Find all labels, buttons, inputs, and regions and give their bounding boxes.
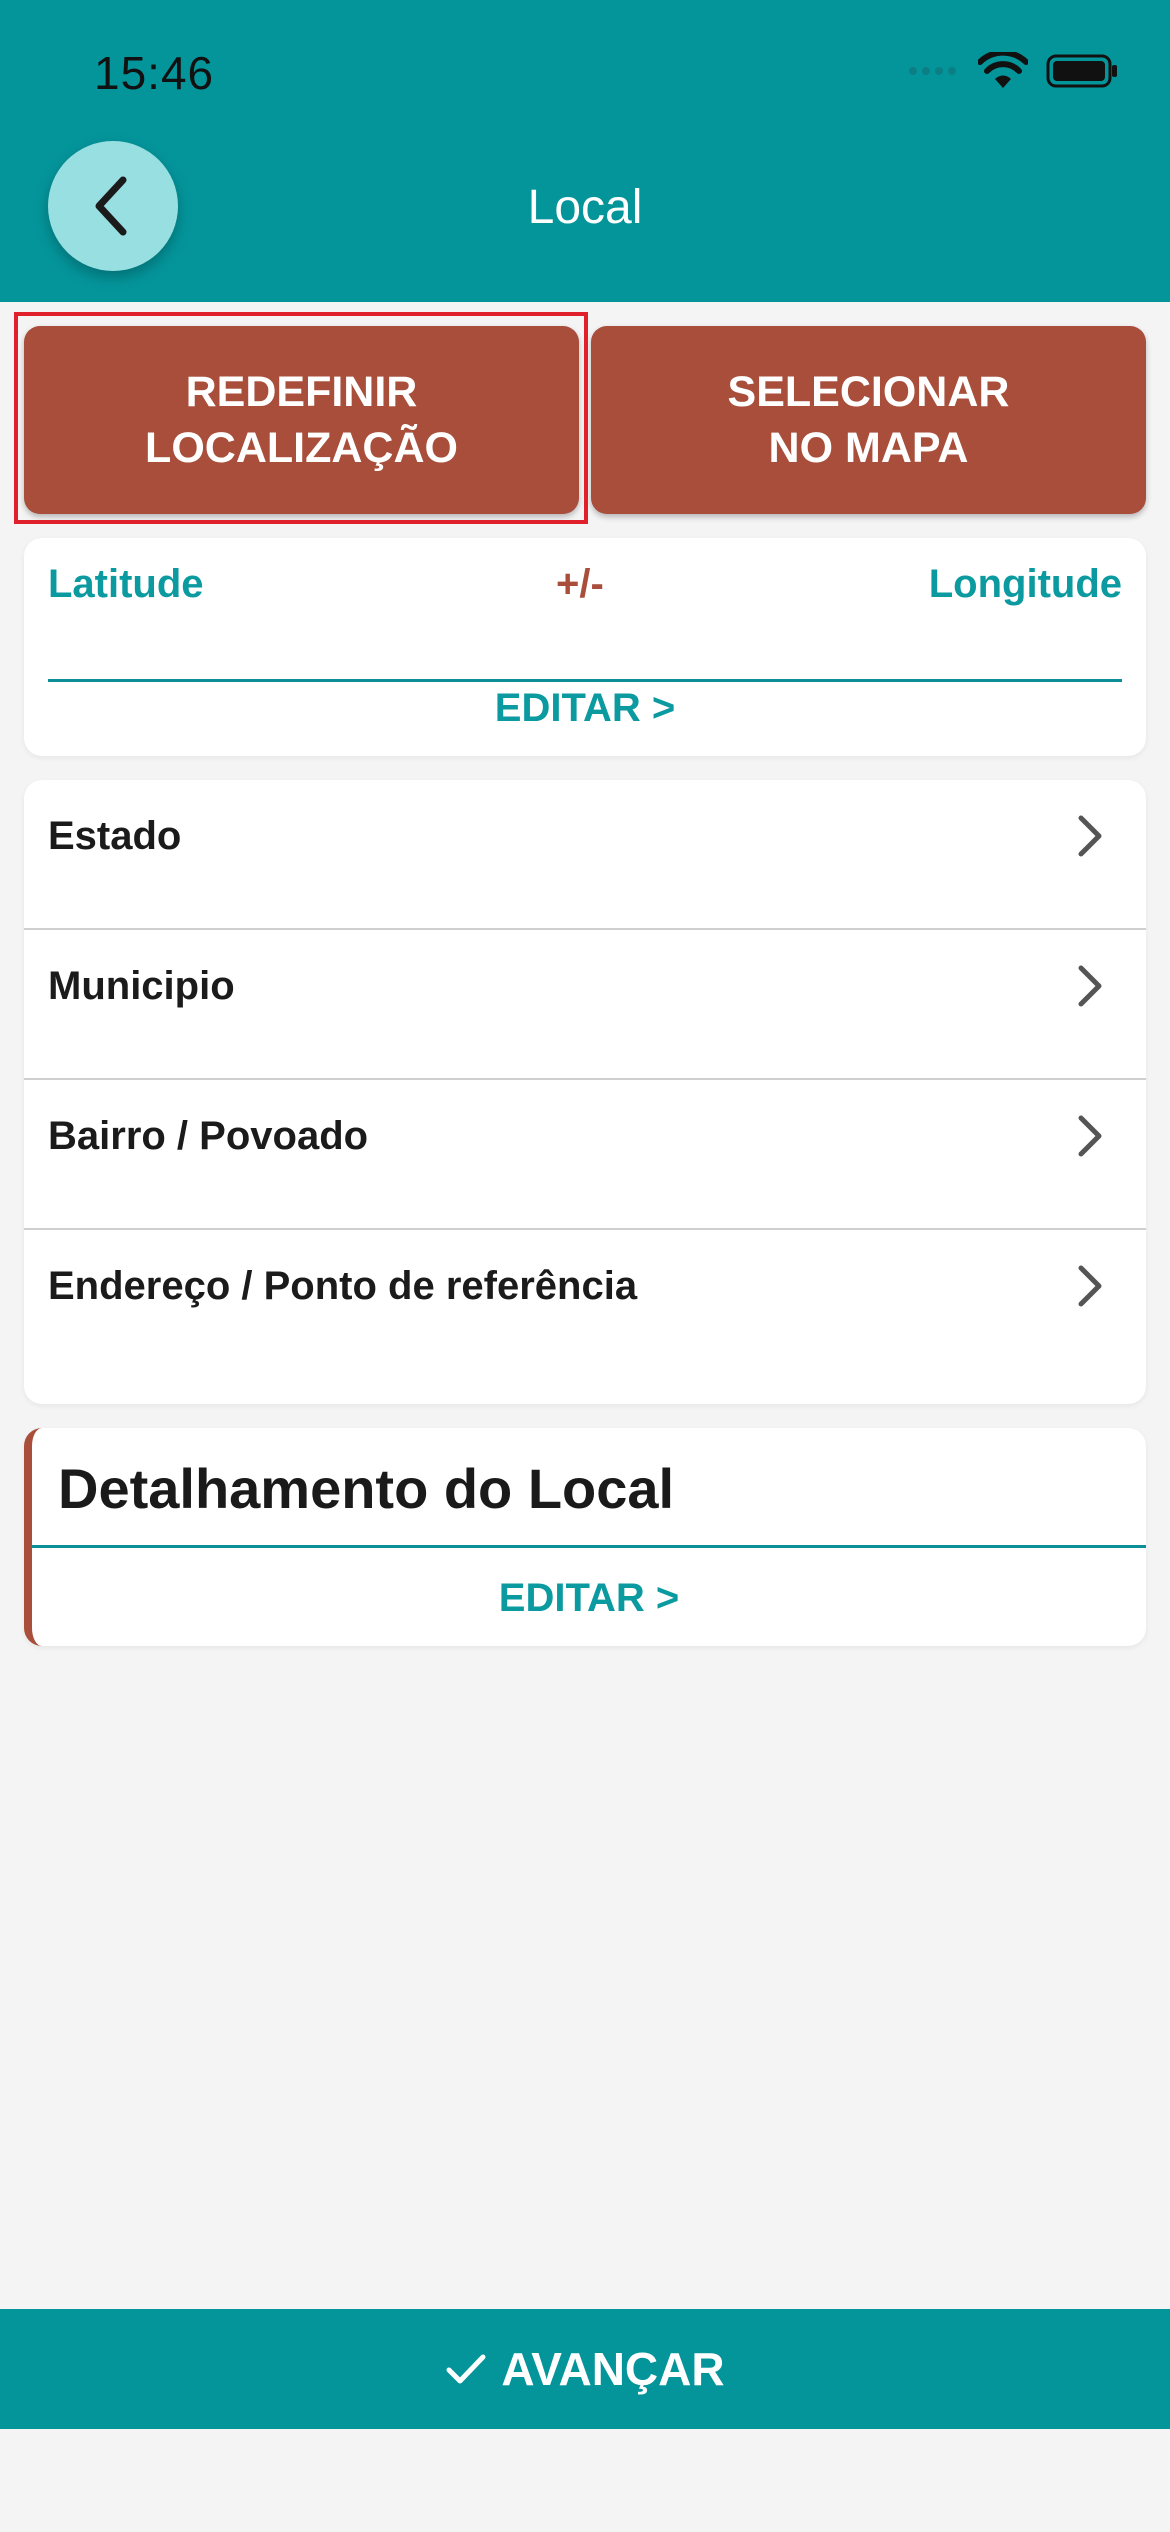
chevron-right-icon xyxy=(1078,1115,1102,1157)
reset-location-button[interactable]: REDEFINIR LOCALIZAÇÃO xyxy=(24,326,579,514)
header-bar: 15:46 Local xyxy=(0,0,1170,302)
select-on-map-label-line1: SELECIONAR xyxy=(727,368,1010,416)
select-on-map-label-line2: NO MAPA xyxy=(768,424,969,472)
cellular-signal-icon xyxy=(909,67,956,75)
chevron-right-icon xyxy=(1078,1265,1102,1307)
page-title: Local xyxy=(527,181,643,234)
advance-button[interactable]: AVANÇAR xyxy=(0,2309,1170,2429)
list-item-label: Endereço / Ponto de referência xyxy=(48,1264,638,1308)
longitude-label: Longitude xyxy=(928,562,1122,606)
chevron-right-icon xyxy=(1078,815,1102,857)
detail-title: Detalhamento do Local xyxy=(58,1457,675,1520)
app-screen: 15:46 Local REDEFINIR LOCALIZAÇÃO SELECI… xyxy=(0,0,1170,2532)
wifi-icon xyxy=(978,52,1028,88)
action-buttons: REDEFINIR LOCALIZAÇÃO SELECIONAR NO MAPA xyxy=(24,326,1146,514)
status-time: 15:46 xyxy=(94,47,215,99)
edit-detail-link[interactable]: EDITAR > xyxy=(32,1576,1146,1621)
list-item-estado[interactable]: Estado xyxy=(24,780,1146,930)
status-icons xyxy=(908,52,1118,90)
list-item-label: Municipio xyxy=(48,964,235,1008)
battery-icon xyxy=(1046,54,1117,88)
precision-label: +/- xyxy=(556,562,604,606)
chevron-right-icon xyxy=(1078,965,1102,1007)
advance-label: AVANÇAR xyxy=(501,2343,725,2395)
list-item-label: Bairro / Povoado xyxy=(48,1114,369,1158)
latitude-label: Latitude xyxy=(48,562,204,606)
coordinates-card: Latitude +/- Longitude EDITAR > xyxy=(24,538,1146,756)
reset-location-label-line1: REDEFINIR xyxy=(185,368,418,416)
list-item-municipio[interactable]: Municipio xyxy=(24,930,1146,1080)
detail-divider xyxy=(32,1545,1146,1548)
list-item-endereco[interactable]: Endereço / Ponto de referência xyxy=(24,1230,1146,1402)
location-detail-card: Detalhamento do Local EDITAR > xyxy=(24,1428,1146,1646)
edit-coordinates-link[interactable]: EDITAR > xyxy=(24,686,1146,731)
list-item-label: Estado xyxy=(48,814,182,858)
coordinates-divider xyxy=(48,679,1122,682)
reset-location-label-line2: LOCALIZAÇÃO xyxy=(145,424,458,472)
checkmark-icon xyxy=(446,2354,486,2384)
location-list: Estado Municipio Bairro / Povoado Endere… xyxy=(24,780,1146,1404)
select-on-map-button[interactable]: SELECIONAR NO MAPA xyxy=(591,326,1146,514)
list-item-bairro[interactable]: Bairro / Povoado xyxy=(24,1080,1146,1230)
